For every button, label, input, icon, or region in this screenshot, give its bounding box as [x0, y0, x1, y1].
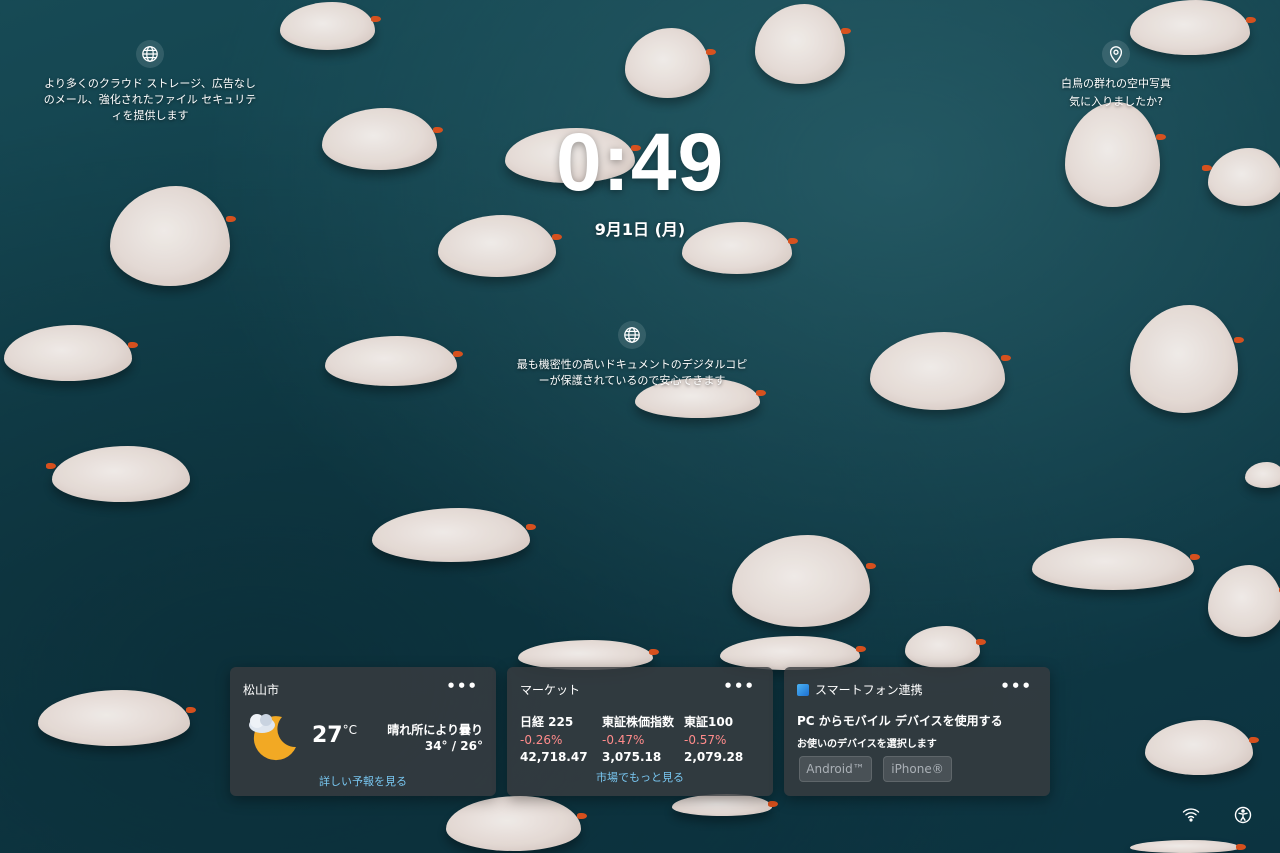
swan [1208, 565, 1280, 637]
temperature-value: 27 [312, 723, 343, 748]
market-item-nikkei[interactable]: 日経 225 -0.26% 42,718.47 [520, 713, 588, 764]
swan [518, 640, 659, 670]
market-change: -0.47% [602, 733, 645, 747]
spotlight-widget-left[interactable]: より多くのクラウド ストレージ、広告なしのメール、強化されたファイル セキュリテ… [40, 40, 260, 124]
phone-link-title: スマートフォン連携 [815, 683, 923, 697]
weather-temp: 27°C [312, 723, 357, 748]
swan [625, 28, 716, 98]
android-button[interactable]: Android™ [799, 756, 872, 782]
swan [372, 508, 536, 562]
swan [905, 626, 986, 668]
accessibility-icon[interactable] [1234, 806, 1252, 828]
image-info-widget[interactable]: 白鳥の群れの空中写真 気に入りましたか? [1040, 40, 1192, 110]
phone-link-heading: PC からモバイル デバイスを使用する [797, 714, 1003, 728]
lock-screen-date: 9月1日 (月) [594, 220, 686, 239]
market-item-topix[interactable]: 東証株価指数 -0.47% 3,075.18 [602, 713, 674, 764]
market-change: -0.57% [684, 733, 727, 747]
swan [720, 636, 866, 670]
market-value: 42,718.47 [520, 750, 588, 764]
partly-cloudy-night-icon [242, 705, 300, 763]
weather-city: 松山市 [243, 683, 280, 697]
swan [446, 796, 587, 851]
globe-icon[interactable] [136, 40, 164, 68]
market-title: マーケット [520, 683, 581, 697]
swan [755, 4, 851, 84]
temperature-unit: °C [342, 723, 358, 737]
weather-more-button[interactable]: ••• [446, 677, 478, 695]
phone-link-subtitle: お使いのデバイスを選択します [797, 739, 937, 750]
phone-link-icon [797, 683, 809, 696]
swan [325, 336, 463, 386]
weather-forecast-link[interactable]: 詳しい予報を見る [230, 773, 496, 789]
swan [1130, 840, 1246, 853]
swan [1145, 720, 1259, 775]
lock-screen-clock: 0:49 [555, 117, 725, 208]
wifi-icon[interactable] [1182, 806, 1200, 826]
phone-link-more-button[interactable]: ••• [1000, 677, 1032, 695]
image-feedback-question[interactable]: 気に入りましたか? [1040, 94, 1192, 110]
spotlight-widget-center[interactable]: 最も機密性の高いドキュメントのデジタルコピーが保護されているので安心できます [516, 321, 748, 389]
globe-icon[interactable] [618, 321, 646, 349]
market-value: 3,075.18 [602, 750, 662, 764]
market-card[interactable]: マーケット ••• 日経 225 -0.26% 42,718.47 東証株価指数… [507, 667, 773, 796]
market-more-button[interactable]: ••• [723, 677, 755, 695]
swan [732, 535, 876, 627]
weather-card[interactable]: 松山市 ••• 27°C 晴れ所により曇り 34° / 26° 詳しい予報を見る [230, 667, 496, 796]
swan [38, 690, 196, 746]
market-name: 日経 225 [520, 715, 574, 729]
spotlight-center-text: 最も機密性の高いドキュメントのデジタルコピーが保護されているので安心できます [516, 358, 748, 387]
market-change: -0.26% [520, 733, 563, 747]
weather-condition: 晴れ所により曇り [387, 723, 483, 737]
swan [46, 446, 190, 502]
market-name: 東証100 [684, 715, 734, 729]
image-title: 白鳥の群れの空中写真 [1061, 77, 1171, 90]
phone-link-card[interactable]: スマートフォン連携 ••• PC からモバイル デバイスを使用する お使いのデバ… [784, 667, 1050, 796]
iphone-button[interactable]: iPhone® [883, 756, 952, 782]
swan [4, 325, 138, 381]
swan [672, 794, 778, 816]
market-name: 東証株価指数 [602, 715, 675, 729]
swan [1245, 462, 1280, 488]
market-value: 2,079.28 [684, 750, 744, 764]
phone-link-header: スマートフォン連携 [797, 681, 923, 698]
swan [1130, 305, 1244, 413]
weather-range: 34° / 26° [424, 739, 483, 753]
swan [280, 2, 381, 50]
market-more-link[interactable]: 市場でもっと見る [507, 769, 773, 785]
swan [1032, 538, 1200, 590]
market-item-topix100[interactable]: 東証100 -0.57% 2,079.28 [684, 713, 743, 764]
location-pin-icon[interactable] [1102, 40, 1130, 68]
swan [870, 332, 1011, 410]
